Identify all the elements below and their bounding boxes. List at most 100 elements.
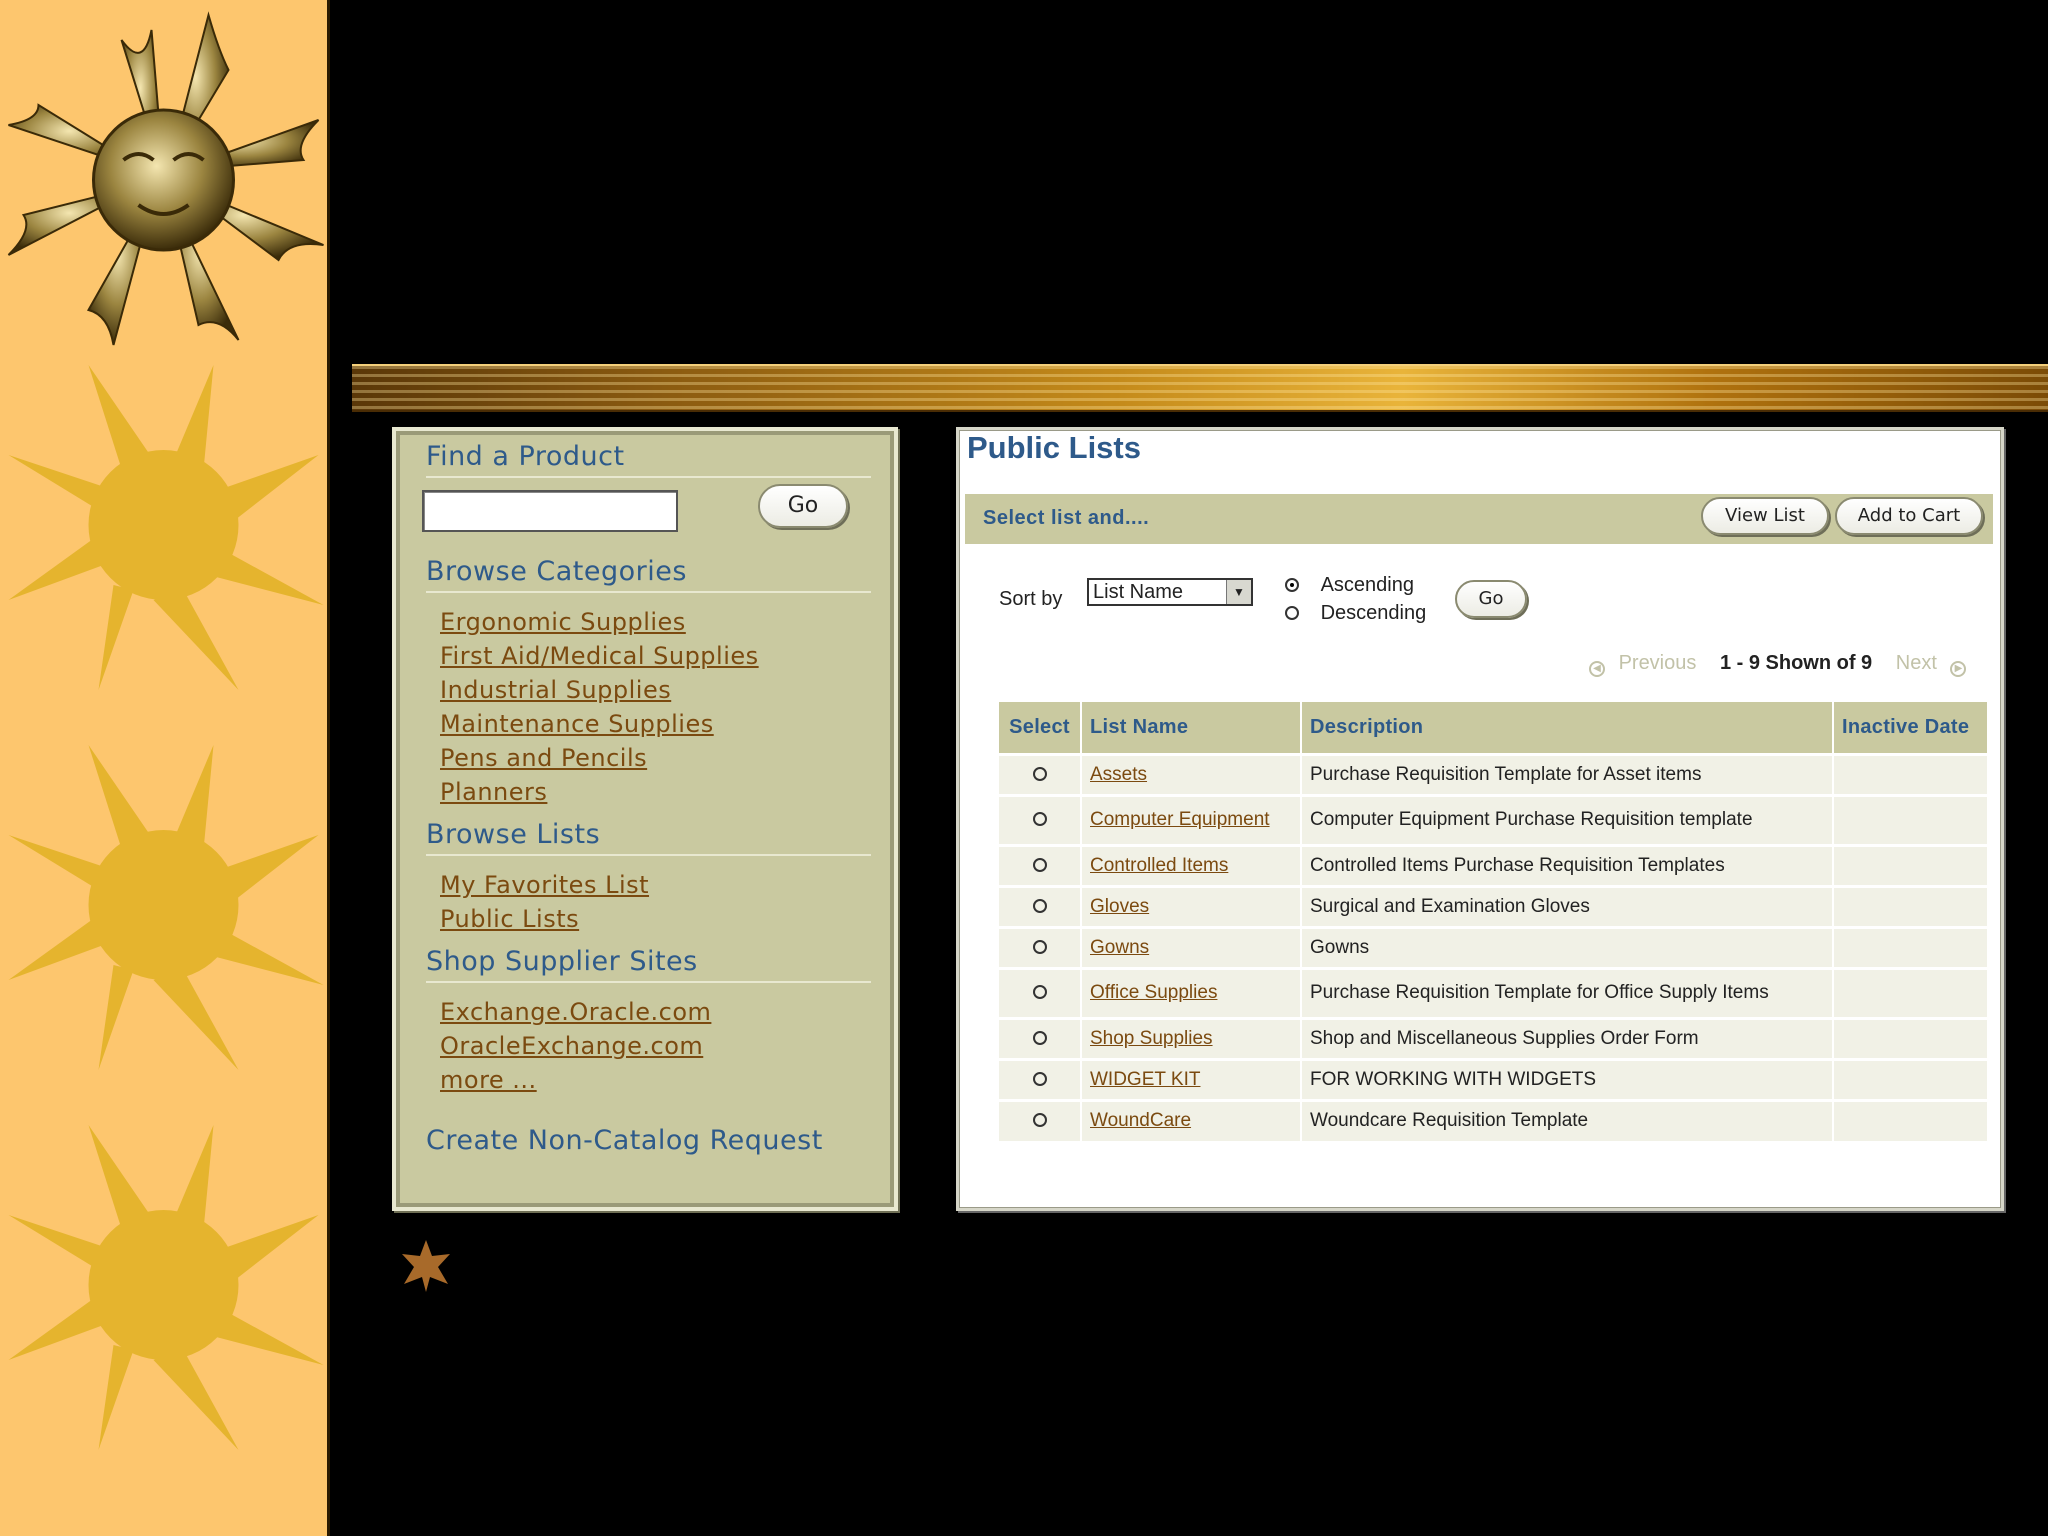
row-select-radio[interactable]	[1032, 766, 1047, 781]
title-bar-decoration	[352, 364, 2048, 412]
inactive-date-cell	[1833, 1016, 1989, 1059]
inactive-date-cell	[1833, 884, 1989, 927]
list-name-link[interactable]: Office Supplies	[1090, 982, 1217, 1003]
sun-face-icon	[7, 11, 324, 346]
view-list-button[interactable]: View List	[1701, 497, 1829, 535]
list-name-cell: WIDGET KIT	[1081, 1057, 1302, 1100]
row-select-radio[interactable]	[1032, 939, 1047, 954]
select-cell	[999, 752, 1082, 795]
list-name-link[interactable]: Controlled Items	[1090, 855, 1228, 876]
list-name-link[interactable]: Computer Equipment	[1090, 809, 1270, 830]
ascending-label: Ascending	[1320, 574, 1414, 596]
browse-categories-heading: Browse Categories	[426, 556, 871, 593]
supplier-sites-heading: Shop Supplier Sites	[426, 946, 871, 983]
next-arrow-icon[interactable]: ▶	[1950, 661, 1967, 677]
chevron-down-icon[interactable]: ▼	[1226, 580, 1251, 604]
category-link[interactable]: Maintenance Supplies	[440, 707, 871, 741]
descending-option[interactable]: Descending	[1285, 602, 1426, 625]
product-search-input[interactable]	[422, 490, 678, 532]
find-product-heading: Find a Product	[426, 441, 871, 478]
select-cell	[999, 1016, 1082, 1059]
list-name-link[interactable]: Gloves	[1090, 896, 1149, 917]
inactive-date-cell	[1833, 843, 1989, 886]
list-name-link[interactable]: Shop Supplies	[1090, 1028, 1213, 1049]
row-select-radio[interactable]	[1032, 812, 1047, 826]
column-header-select: Select	[999, 702, 1082, 754]
sort-by-select[interactable]: List Name ▼	[1087, 578, 1253, 606]
sun-icon	[8, 745, 324, 1070]
list-name-cell: Gowns	[1081, 925, 1302, 968]
find-product-panel: Find a Product Go Browse Categories Ergo…	[392, 427, 898, 1211]
table-row: WIDGET KIT FOR WORKING WITH WIDGETS	[999, 1057, 1989, 1100]
list-name-cell: WoundCare	[1081, 1098, 1302, 1141]
table-row: Gowns Gowns	[999, 925, 1989, 968]
category-link[interactable]: Industrial Supplies	[440, 673, 871, 707]
sort-controls: Sort by List Name ▼ Ascending Descending…	[959, 570, 1999, 630]
list-name-link[interactable]: WIDGET KIT	[1090, 1069, 1200, 1090]
search-row: Go	[422, 484, 871, 556]
previous-arrow-icon[interactable]: ◀	[1589, 661, 1605, 677]
sort-go-button[interactable]: Go	[1455, 580, 1527, 618]
ascending-radio[interactable]	[1285, 578, 1299, 592]
description-cell: Surgical and Examination Gloves	[1301, 884, 1834, 927]
description-cell: Controlled Items Purchase Requisition Te…	[1301, 843, 1834, 886]
table-row: Office Supplies Purchase Requisition Tem…	[999, 966, 1989, 1018]
table-row: Gloves Surgical and Examination Gloves	[999, 884, 1989, 927]
sun-icon	[8, 365, 324, 690]
create-non-catalog-request-link[interactable]: Create Non-Catalog Request	[426, 1125, 871, 1156]
sort-by-value: List Name	[1093, 581, 1184, 603]
description-cell: Purchase Requisition Template for Office…	[1301, 966, 1834, 1018]
inactive-date-cell	[1833, 752, 1989, 795]
browse-lists-list: My Favorites List Public Lists	[426, 856, 871, 946]
list-name-cell: Gloves	[1081, 884, 1302, 927]
row-select-radio[interactable]	[1032, 1071, 1047, 1086]
row-select-radio[interactable]	[1032, 898, 1047, 913]
more-suppliers-link[interactable]: more ...	[440, 1063, 871, 1097]
select-cell	[999, 793, 1082, 845]
category-link[interactable]: First Aid/Medical Supplies	[440, 639, 871, 673]
inactive-date-cell	[1833, 1098, 1989, 1141]
table-row: WoundCare Woundcare Requisition Template	[999, 1098, 1989, 1141]
favorites-list-link[interactable]: My Favorites List	[440, 868, 871, 902]
inactive-date-cell	[1833, 966, 1989, 1018]
row-select-radio[interactable]	[1032, 857, 1047, 872]
action-bar-label: Select list and....	[983, 507, 1150, 529]
public-lists-table: Select List Name Description Inactive Da…	[999, 702, 1989, 1141]
supplier-site-link[interactable]: OracleExchange.com	[440, 1029, 871, 1063]
category-list: Ergonomic Supplies First Aid/Medical Sup…	[426, 593, 871, 819]
inactive-date-cell	[1833, 793, 1989, 845]
row-select-radio[interactable]	[1032, 1113, 1047, 1128]
table-header-row: Select List Name Description Inactive Da…	[999, 702, 1989, 754]
list-name-cell: Computer Equipment	[1081, 793, 1302, 845]
public-lists-panel: Public Lists Select list and.... View Li…	[956, 427, 2004, 1211]
search-go-button[interactable]: Go	[758, 484, 848, 528]
description-cell: Woundcare Requisition Template	[1301, 1098, 1834, 1141]
category-link[interactable]: Planners	[440, 775, 871, 809]
list-name-link[interactable]: Gowns	[1090, 937, 1149, 958]
descending-radio[interactable]	[1285, 606, 1299, 620]
public-lists-link[interactable]: Public Lists	[440, 902, 871, 936]
description-cell: Gowns	[1301, 925, 1834, 968]
select-cell	[999, 843, 1082, 886]
row-select-radio[interactable]	[1032, 985, 1047, 999]
category-link[interactable]: Pens and Pencils	[440, 741, 871, 775]
column-header-description: Description	[1301, 702, 1834, 754]
ascending-option[interactable]: Ascending	[1285, 574, 1414, 597]
list-name-link[interactable]: WoundCare	[1090, 1110, 1191, 1131]
supplier-site-link[interactable]: Exchange.Oracle.com	[440, 995, 871, 1029]
table-row: Computer Equipment Computer Equipment Pu…	[999, 793, 1989, 845]
row-select-radio[interactable]	[1032, 1030, 1047, 1045]
sort-by-label: Sort by	[999, 588, 1063, 610]
sidebar-divider	[327, 0, 330, 1536]
table-row: Controlled Items Controlled Items Purcha…	[999, 843, 1989, 886]
category-link[interactable]: Ergonomic Supplies	[440, 605, 871, 639]
previous-link[interactable]: Previous	[1619, 652, 1697, 674]
description-cell: FOR WORKING WITH WIDGETS	[1301, 1057, 1834, 1100]
add-to-cart-button[interactable]: Add to Cart	[1835, 497, 1983, 535]
description-cell: Purchase Requisition Template for Asset …	[1301, 752, 1834, 795]
list-name-cell: Shop Supplies	[1081, 1016, 1302, 1059]
select-cell	[999, 1098, 1082, 1141]
list-name-link[interactable]: Assets	[1090, 764, 1147, 785]
next-link[interactable]: Next	[1896, 652, 1937, 674]
supplier-sites-list: Exchange.Oracle.com OracleExchange.com m…	[426, 983, 871, 1107]
